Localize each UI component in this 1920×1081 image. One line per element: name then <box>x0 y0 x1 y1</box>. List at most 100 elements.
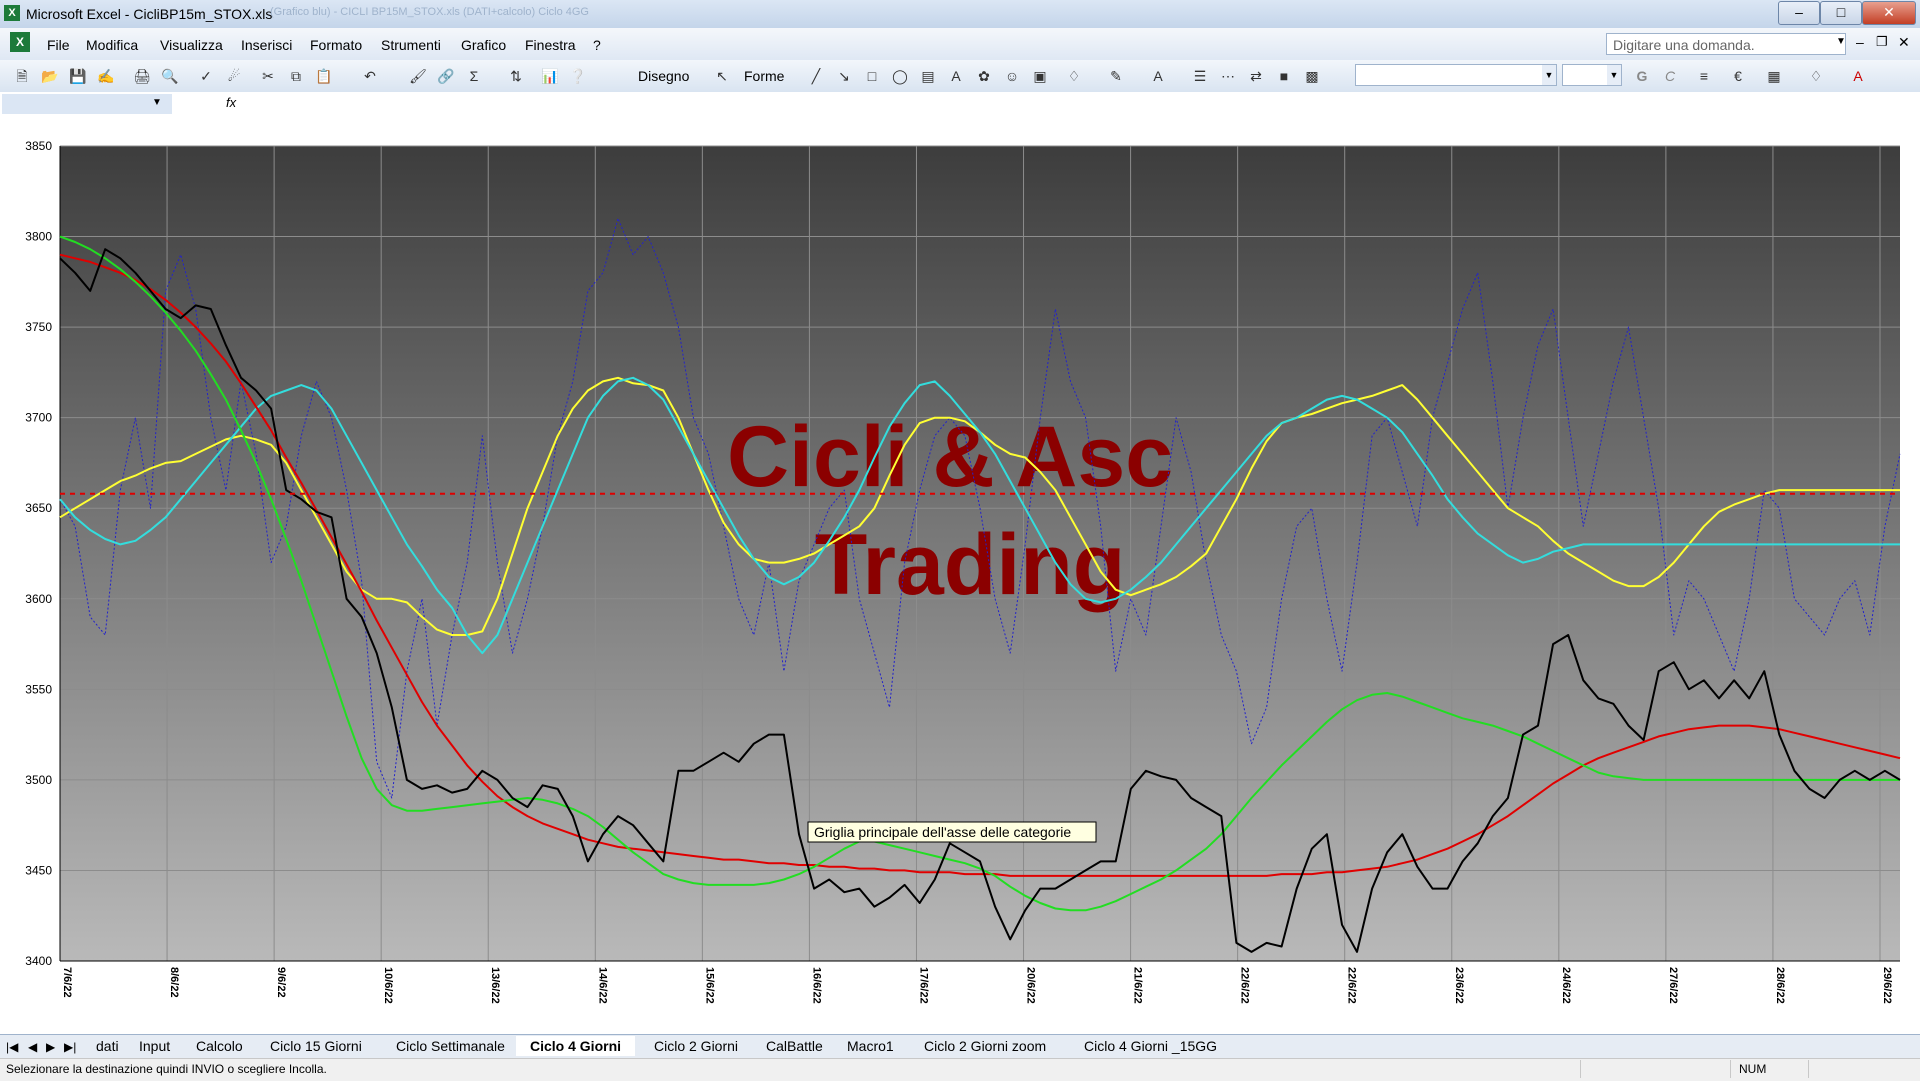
hyperlink-icon[interactable]: 🔗 <box>436 66 456 86</box>
x-tick-label: 28/6/22 <box>1774 967 1786 1004</box>
font-size-combo[interactable]: ▼ <box>1562 64 1622 86</box>
euro-icon[interactable]: € <box>1728 66 1748 86</box>
sheet-tab-ciclo-2-giorni-zoom[interactable]: Ciclo 2 Giorni zoom <box>910 1036 1060 1056</box>
chevron-down-icon[interactable]: ▼ <box>1607 65 1621 85</box>
open-icon[interactable]: 📂 <box>40 66 60 86</box>
paste-icon[interactable]: 📋 <box>314 66 334 86</box>
autosum-icon[interactable]: Σ <box>464 66 484 86</box>
sheet-tab-macro1[interactable]: Macro1 <box>833 1036 908 1056</box>
menu-strumenti[interactable]: Strumenti <box>381 37 441 53</box>
sort-icon[interactable]: ⇅ <box>506 66 526 86</box>
italic-icon[interactable]: C <box>1660 66 1680 86</box>
borders-icon[interactable]: ▦ <box>1764 66 1784 86</box>
align-icon[interactable]: ≡ <box>1694 66 1714 86</box>
title-bar: X Microsoft Excel - CicliBP15m_STOX.xls … <box>0 0 1920 29</box>
y-tick-label: 3450 <box>25 863 52 877</box>
picture-icon[interactable]: ▣ <box>1030 66 1050 86</box>
rectangle-icon[interactable]: □ <box>862 66 882 86</box>
doc-restore-button[interactable]: ❐ <box>1876 34 1888 50</box>
oval-icon[interactable]: ◯ <box>890 66 910 86</box>
3d-icon[interactable]: ▩ <box>1302 66 1322 86</box>
menu-file[interactable]: File <box>47 37 70 53</box>
permission-icon[interactable]: ✍ <box>96 66 116 86</box>
x-tick-label: 14/6/22 <box>596 967 608 1004</box>
wordart-icon[interactable]: A <box>946 66 966 86</box>
menu-inserisci[interactable]: Inserisci <box>241 37 292 53</box>
chart[interactable]: 3400 3450 3500 3550 3600 3650 3700 3750 3800 3850… <box>0 116 1920 1034</box>
y-tick-label: 3850 <box>25 139 52 153</box>
sheet-tab-calbattle[interactable]: CalBattle <box>752 1036 837 1056</box>
chevron-down-icon[interactable]: ▼ <box>152 97 162 108</box>
doc-close-button[interactable]: ✕ <box>1898 34 1910 51</box>
x-tick-label: 22/6/22 <box>1346 967 1358 1004</box>
spelling-icon[interactable]: ✓ <box>196 66 216 86</box>
fill-color-icon[interactable]: ♢ <box>1064 66 1084 86</box>
copy-icon[interactable]: ⧉ <box>286 66 306 86</box>
line-icon[interactable]: ╱ <box>806 66 826 86</box>
menu-finestra[interactable]: Finestra <box>525 37 576 53</box>
line-color-icon[interactable]: ✎ <box>1106 66 1126 86</box>
ask-question-input[interactable]: Digitare una domanda. <box>1606 33 1846 55</box>
status-num: NUM <box>1730 1060 1809 1078</box>
textbox-icon[interactable]: ▤ <box>918 66 938 86</box>
first-sheet-icon[interactable]: |◀ <box>6 1040 18 1054</box>
autoshapes-menu[interactable]: Forme <box>744 68 784 84</box>
last-sheet-icon[interactable]: ▶| <box>64 1040 76 1054</box>
fill-bucket-icon[interactable]: ♢ <box>1806 66 1826 86</box>
window-title: Microsoft Excel - CicliBP15m_STOX.xls <box>26 6 273 22</box>
help-icon[interactable]: ❔ <box>568 66 588 86</box>
sheet-tab-ciclo-4-giorni[interactable]: Ciclo 4 Giorni <box>516 1036 636 1056</box>
status-text: Selezionare la destinazione quindi INVIO… <box>6 1062 327 1076</box>
text-color-icon[interactable]: A <box>1848 66 1868 86</box>
menu-modifica[interactable]: Modifica <box>86 37 138 53</box>
sheet-tab-ciclo-15-giorni[interactable]: Ciclo 15 Giorni <box>256 1036 376 1056</box>
dash-style-icon[interactable]: ⋯ <box>1218 66 1238 86</box>
format-painter-icon[interactable]: 🖌 <box>408 66 428 86</box>
new-icon[interactable]: 🗎 <box>12 66 32 86</box>
ask-dropdown-icon[interactable]: ▼ <box>1836 36 1846 47</box>
select-pointer-icon[interactable]: ↖ <box>712 66 732 86</box>
drawing-menu[interactable]: Disegno <box>638 68 689 84</box>
doc-minimize-button[interactable]: – <box>1856 34 1864 50</box>
close-button[interactable]: ✕ <box>1862 1 1916 25</box>
sheet-tab-ciclo-settimanale[interactable]: Ciclo Settimanale <box>382 1036 519 1056</box>
print-icon[interactable]: 🖨 <box>132 66 152 86</box>
cut-icon[interactable]: ✂ <box>258 66 278 86</box>
excel-doc-icon[interactable]: X <box>10 32 30 52</box>
maximize-button[interactable]: □ <box>1820 1 1862 25</box>
minimize-button[interactable]: – <box>1778 1 1820 25</box>
arrow-icon[interactable]: ↘ <box>834 66 854 86</box>
sheet-tab-calcolo[interactable]: Calcolo <box>182 1036 257 1056</box>
menu-formato[interactable]: Formato <box>310 37 362 53</box>
x-tick-label: 20/6/22 <box>1025 967 1037 1004</box>
menu-help[interactable]: ? <box>593 37 601 53</box>
bold-icon[interactable]: G <box>1632 66 1652 86</box>
print-preview-icon[interactable]: 🔍 <box>160 66 180 86</box>
arrow-style-icon[interactable]: ⇄ <box>1246 66 1266 86</box>
sheet-tab-ciclo-2-giorni[interactable]: Ciclo 2 Giorni <box>640 1036 752 1056</box>
font-name-combo[interactable]: ▼ <box>1355 64 1557 86</box>
sheet-tab-input[interactable]: Input <box>125 1036 184 1056</box>
y-tick-label: 3600 <box>25 592 52 606</box>
x-tick-label: 13/6/22 <box>489 967 501 1004</box>
next-sheet-icon[interactable]: ▶ <box>46 1040 55 1054</box>
shadow-icon[interactable]: ■ <box>1274 66 1294 86</box>
line-style-icon[interactable]: ☰ <box>1190 66 1210 86</box>
prev-sheet-icon[interactable]: ◀ <box>28 1040 37 1054</box>
save-icon[interactable]: 💾 <box>68 66 88 86</box>
x-tick-label: 17/6/22 <box>917 967 929 1004</box>
function-icon[interactable]: fx <box>226 95 236 110</box>
tooltip: Griglia principale dell'asse delle categ… <box>807 821 1097 843</box>
chevron-down-icon[interactable]: ▼ <box>1542 65 1556 85</box>
name-box[interactable]: ▼ <box>2 94 172 114</box>
undo-icon[interactable]: ↶ <box>360 66 380 86</box>
diagram-icon[interactable]: ✿ <box>974 66 994 86</box>
x-tick-label: 24/6/22 <box>1560 967 1572 1004</box>
menu-grafico[interactable]: Grafico <box>461 37 506 53</box>
menu-visualizza[interactable]: Visualizza <box>160 37 223 53</box>
chart-wizard-icon[interactable]: 📊 <box>540 66 560 86</box>
research-icon[interactable]: ☄ <box>224 66 244 86</box>
clipart-icon[interactable]: ☺ <box>1002 66 1022 86</box>
sheet-tab-ciclo-4-giorni-15gg[interactable]: Ciclo 4 Giorni _15GG <box>1070 1036 1231 1056</box>
font-color-icon[interactable]: A <box>1148 66 1168 86</box>
